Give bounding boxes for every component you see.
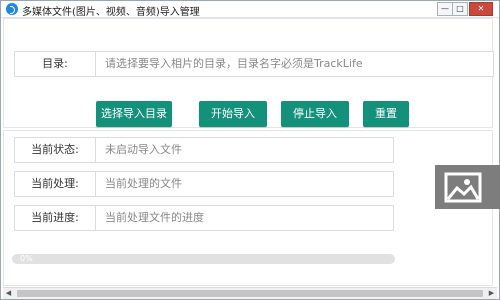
arrow-right-icon[interactable]: ▶ bbox=[486, 288, 497, 299]
progress-bar: 0% bbox=[12, 254, 395, 264]
current-processing-label: 当前处理: bbox=[15, 172, 96, 196]
scrollbar-thumb[interactable] bbox=[17, 290, 483, 297]
stop-import-button[interactable]: 停止导入 bbox=[281, 101, 349, 127]
progress-text: 0% bbox=[20, 254, 33, 263]
start-import-button[interactable]: 开始导入 bbox=[199, 101, 267, 127]
close-button[interactable]: ✕ bbox=[469, 2, 493, 16]
arrow-left-icon[interactable]: ◀ bbox=[3, 288, 14, 299]
current-progress-value: 当前处理文件的进度 bbox=[105, 211, 204, 224]
reset-button[interactable]: 重置 bbox=[363, 101, 409, 127]
current-processing-row: 当前处理: 当前处理的文件 bbox=[14, 171, 394, 197]
current-state-label: 当前状态: bbox=[15, 138, 96, 162]
title-bar: 多媒体文件(图片、视频、音频)导入管理 — □ ✕ bbox=[1, 1, 499, 18]
directory-input[interactable]: 请选择要导入相片的目录，目录名字必须是TrackLife bbox=[105, 52, 363, 76]
app-logo-icon bbox=[6, 3, 18, 15]
current-state-row: 当前状态: 未启动导入文件 bbox=[14, 137, 394, 163]
directory-label: 目录: bbox=[15, 52, 96, 76]
current-progress-row: 当前进度: 当前处理文件的进度 bbox=[14, 205, 394, 231]
content-area: 目录: 请选择要导入相片的目录，目录名字必须是TrackLife 选择导入目录 … bbox=[3, 18, 497, 286]
minimize-button[interactable]: — bbox=[437, 2, 453, 16]
current-processing-value: 当前处理的文件 bbox=[105, 177, 182, 190]
maximize-button[interactable]: □ bbox=[452, 2, 468, 16]
current-state-value: 未启动导入文件 bbox=[105, 143, 182, 156]
current-progress-label: 当前进度: bbox=[15, 206, 96, 230]
image-placeholder-icon bbox=[435, 165, 500, 209]
directory-row: 目录: 请选择要导入相片的目录，目录名字必须是TrackLife bbox=[14, 51, 494, 77]
main-window: 多媒体文件(图片、视频、音频)导入管理 — □ ✕ 目录: 请选择要导入相片的目… bbox=[0, 0, 500, 300]
select-directory-button[interactable]: 选择导入目录 bbox=[96, 101, 172, 127]
window-title: 多媒体文件(图片、视频、音频)导入管理 bbox=[22, 7, 200, 18]
horizontal-scrollbar[interactable]: ◀ ▶ bbox=[3, 287, 497, 299]
